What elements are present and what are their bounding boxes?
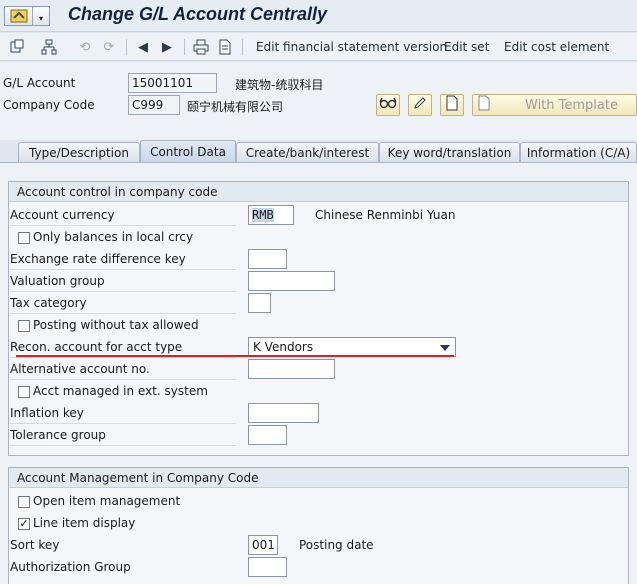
only-balances-checkbox[interactable] — [18, 232, 30, 244]
page-title: Change G/L Account Centrally — [68, 4, 328, 24]
account-management-group-title: Account Management in Company Code — [9, 468, 628, 488]
triangle-right-icon[interactable]: ▶ — [158, 38, 176, 56]
alternative-account-field[interactable] — [248, 359, 335, 379]
blank-page-icon — [445, 95, 459, 115]
tab-key-word-translation[interactable]: Key word/translation — [379, 142, 520, 162]
alternative-account-label: Alternative account no. — [10, 360, 236, 380]
print-icon[interactable] — [192, 38, 210, 56]
recon-account-select[interactable]: K Vendors — [248, 337, 456, 357]
tax-category-label: Tax category — [10, 294, 236, 314]
valuation-group-label: Valuation group — [10, 272, 236, 292]
template-page-icon — [477, 95, 491, 115]
tab-information-ca[interactable]: Information (C/A) — [520, 142, 637, 162]
acct-ext-system-label: Acct managed in ext. system — [33, 384, 208, 398]
red-underline-annotation — [16, 355, 454, 357]
tax-category-field[interactable] — [248, 293, 271, 313]
gl-account-description: 建筑物-统驭科目 — [235, 78, 324, 92]
edit-button[interactable] — [408, 94, 432, 116]
title-bar: ▾ Change G/L Account Centrally — [0, 0, 637, 32]
exchange-rate-key-field[interactable] — [248, 249, 287, 269]
tab-strip: Type/Description Control Data Create/ban… — [0, 140, 637, 162]
edit-fs-version-button[interactable]: Edit financial statement version — [256, 40, 447, 54]
dropdown-arrow-icon — [440, 345, 450, 351]
hierarchy-icon[interactable] — [40, 38, 58, 56]
account-currency-value: RMB — [252, 208, 274, 222]
account-control-group-title: Account control in company code — [9, 182, 628, 202]
with-template-label: With Template — [525, 97, 618, 113]
tolerance-group-label: Tolerance group — [10, 426, 236, 446]
company-code-field[interactable]: C999 — [128, 95, 180, 115]
sap-menu-icon — [5, 7, 33, 25]
gl-account-field[interactable]: 15001101 — [128, 73, 217, 93]
chevron-down-icon: ▾ — [38, 14, 43, 23]
company-code-description: 颐宁机械有限公司 — [187, 100, 284, 114]
with-template-button[interactable]: With Template — [472, 94, 637, 116]
sort-key-label: Sort key — [10, 538, 60, 552]
acct-ext-system-checkbox[interactable] — [18, 386, 30, 398]
pencil-icon — [413, 96, 427, 114]
only-balances-label: Only balances in local crcy — [33, 230, 194, 244]
other-object-icon[interactable] — [8, 38, 26, 56]
next-object-icon[interactable]: ⟳ — [100, 38, 118, 56]
open-item-label: Open item management — [33, 494, 181, 508]
recon-account-value: K Vendors — [253, 340, 314, 354]
tab-control-data[interactable]: Control Data — [140, 140, 236, 162]
account-currency-field[interactable]: RMB — [248, 205, 294, 225]
valuation-group-field[interactable] — [248, 271, 335, 291]
glasses-icon — [379, 96, 397, 114]
edit-set-button[interactable]: Edit set — [444, 40, 489, 54]
line-item-display-label: Line item display — [33, 516, 136, 530]
gl-account-label: G/L Account — [3, 76, 76, 90]
previous-object-icon[interactable]: ⟲ — [76, 38, 94, 56]
triangle-left-icon[interactable]: ◀ — [134, 38, 152, 56]
company-code-label: Company Code — [3, 98, 95, 112]
inflation-key-label: Inflation key — [10, 404, 236, 424]
tolerance-group-field[interactable] — [248, 425, 287, 445]
exchange-rate-key-label: Exchange rate difference key — [10, 250, 236, 270]
sort-key-description: Posting date — [299, 538, 374, 552]
tab-create-bank-interest[interactable]: Create/bank/interest — [236, 142, 379, 162]
account-currency-label: Account currency — [10, 206, 236, 226]
account-currency-description: Chinese Renminbi Yuan — [315, 208, 456, 222]
authorization-group-label: Authorization Group — [10, 560, 131, 574]
authorization-group-field[interactable] — [248, 557, 287, 577]
edit-cost-element-button[interactable]: Edit cost element — [504, 40, 609, 54]
system-menu-button[interactable]: ▾ — [4, 6, 50, 26]
line-item-display-checkbox[interactable]: ✓ — [18, 518, 30, 530]
application-toolbar: ⟲ ⟳ ◀ ▶ Edit financial statement version… — [0, 33, 637, 61]
posting-without-tax-label: Posting without tax allowed — [33, 318, 199, 332]
sort-key-field[interactable]: 001 — [248, 535, 278, 555]
tab-type-description[interactable]: Type/Description — [18, 142, 140, 162]
open-item-checkbox[interactable] — [18, 496, 30, 508]
display-change-button[interactable] — [376, 94, 400, 116]
inflation-key-field[interactable] — [248, 403, 319, 423]
posting-without-tax-checkbox[interactable] — [18, 320, 30, 332]
create-button[interactable] — [440, 94, 464, 116]
document-icon[interactable] — [216, 38, 234, 56]
